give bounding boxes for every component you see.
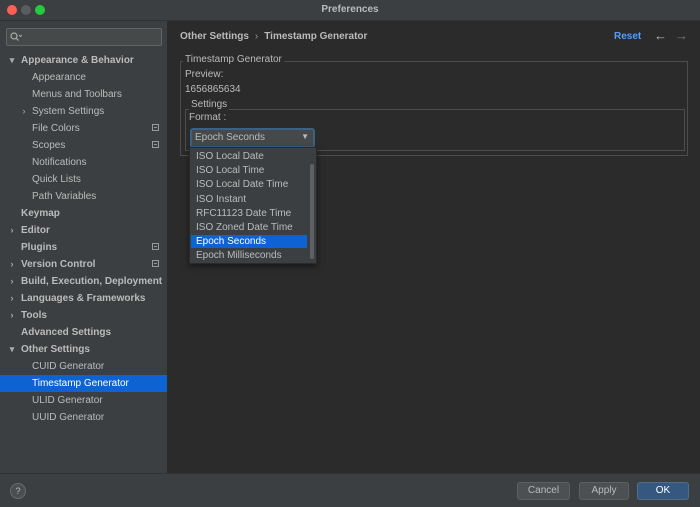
sidebar-item-label: Editor (21, 225, 50, 236)
format-option[interactable]: ISO Local Time (191, 164, 307, 177)
sidebar-item[interactable]: › Version Control (0, 256, 167, 273)
sidebar-item[interactable]: ULID Generator (0, 392, 167, 409)
settings-content: Other Settings › Timestamp Generator Reset… (168, 21, 700, 473)
ok-button[interactable]: OK (637, 482, 689, 500)
format-option[interactable]: Epoch Seconds (191, 235, 307, 249)
format-option[interactable]: ISO Local Date (191, 150, 307, 163)
forward-arrow-icon[interactable]: → (675, 28, 688, 43)
sidebar-item-label: Other Settings (21, 344, 90, 355)
sidebar-item[interactable]: Plugins (0, 239, 167, 256)
breadcrumb-parent[interactable]: Other Settings (180, 31, 249, 42)
sidebar-item-label: Plugins (21, 242, 58, 253)
sidebar-item[interactable]: Scopes (0, 137, 167, 154)
sidebar-item-label: System Settings (32, 106, 105, 117)
sidebar-item[interactable]: › Languages & Frameworks (0, 290, 167, 307)
breadcrumb-current: Timestamp Generator (264, 31, 368, 42)
format-label: Format : (189, 112, 227, 123)
settings-tree: ▾ Appearance & Behavior Appearance Menus an… (0, 52, 167, 426)
format-option[interactable]: ISO Zoned Date Time (191, 221, 307, 234)
breadcrumb-separator: › (254, 31, 259, 42)
format-option[interactable]: ISO Local Date Time (191, 178, 307, 191)
project-scope-icon (152, 141, 159, 148)
sidebar-item[interactable]: Timestamp Generator (0, 375, 167, 392)
project-scope-icon (152, 243, 159, 250)
sidebar-item[interactable]: ▾ Appearance & Behavior (0, 52, 167, 69)
sidebar-item[interactable]: CUID Generator (0, 358, 167, 375)
sidebar-item[interactable]: Quick Lists (0, 171, 167, 188)
project-scope-icon (152, 260, 159, 267)
dropdown-scrollbar[interactable] (310, 164, 314, 259)
cancel-button[interactable]: Cancel (517, 482, 570, 500)
chevron-right-icon[interactable]: › (19, 103, 29, 120)
chevron-down-icon[interactable]: ▾ (7, 52, 17, 69)
sidebar-item-label: Languages & Frameworks (21, 293, 146, 304)
sidebar-item-label: Advanced Settings (21, 327, 112, 338)
chevron-right-icon[interactable]: › (7, 290, 17, 307)
window-title: Preferences (321, 4, 379, 15)
sidebar-item-label: Keymap (21, 208, 60, 219)
group-title: Timestamp Generator (183, 54, 284, 65)
sidebar-item-label: UUID Generator (32, 412, 105, 423)
sidebar-item-label: Quick Lists (32, 174, 81, 185)
preview-value: 1656865634 (185, 84, 241, 95)
sidebar-item-label: Build, Execution, Deployment (21, 276, 163, 287)
sidebar-item-label: Scopes (32, 140, 66, 151)
sidebar-item-label: Appearance (32, 72, 86, 83)
sidebar-item-label: Timestamp Generator (32, 378, 129, 389)
reset-link[interactable]: Reset (614, 31, 641, 42)
settings-sidebar: ▾ Appearance & Behavior Appearance Menus an… (0, 21, 168, 473)
format-options-list: ISO Local Date ISO Local Time ISO Local Da… (189, 147, 317, 264)
chevron-right-icon[interactable]: › (7, 307, 17, 324)
breadcrumb: Other Settings › Timestamp Generator (180, 31, 367, 42)
format-selected-value: Epoch Seconds (195, 132, 266, 143)
sidebar-item[interactable]: Notifications (0, 154, 167, 171)
sidebar-item-label: Path Variables (32, 191, 97, 202)
sidebar-item-label: File Colors (32, 123, 80, 134)
search-input[interactable] (6, 28, 162, 46)
sidebar-item[interactable]: File Colors (0, 120, 167, 137)
help-button[interactable]: ? (10, 483, 26, 499)
preview-label: Preview: (185, 69, 224, 80)
sidebar-item[interactable]: Advanced Settings (0, 324, 167, 341)
sidebar-item[interactable]: Appearance (0, 69, 167, 86)
title-bar: Preferences (0, 0, 700, 21)
settings-title: Settings (189, 99, 230, 110)
sidebar-item-label: Notifications (32, 157, 87, 168)
search-icon (10, 32, 22, 41)
sidebar-item-label: CUID Generator (32, 361, 105, 372)
sidebar-item[interactable]: ▾ Other Settings (0, 341, 167, 358)
format-option[interactable]: Epoch Milliseconds (191, 249, 307, 262)
sidebar-item[interactable]: Menus and Toolbars (0, 86, 167, 103)
chevron-right-icon[interactable]: › (7, 256, 17, 273)
back-arrow-icon[interactable]: ← (654, 28, 667, 43)
sidebar-item-label: Tools (21, 310, 47, 321)
sidebar-item-label: ULID Generator (32, 395, 103, 406)
chevron-right-icon[interactable]: › (7, 222, 17, 239)
format-option[interactable]: ISO Instant (191, 193, 307, 206)
chevron-down-icon[interactable]: ▾ (7, 341, 17, 358)
dropdown-arrow-icon: ▼ (301, 132, 309, 141)
sidebar-item[interactable]: UUID Generator (0, 409, 167, 426)
project-scope-icon (152, 124, 159, 131)
sidebar-item[interactable]: › Editor (0, 222, 167, 239)
sidebar-item-label: Version Control (21, 259, 96, 270)
sidebar-item[interactable]: Path Variables (0, 188, 167, 205)
sidebar-item[interactable]: › Tools (0, 307, 167, 324)
sidebar-item[interactable]: › Build, Execution, Deployment (0, 273, 167, 290)
chevron-right-icon[interactable]: › (7, 273, 17, 290)
sidebar-item-label: Appearance & Behavior (21, 55, 134, 66)
dialog-footer: ? Cancel Apply OK (0, 473, 700, 507)
sidebar-item-label: Menus and Toolbars (32, 89, 122, 100)
format-dropdown[interactable]: Epoch Seconds ▼ (190, 128, 315, 148)
apply-button[interactable]: Apply (579, 482, 629, 500)
sidebar-item[interactable]: Keymap (0, 205, 167, 222)
sidebar-item[interactable]: › System Settings (0, 103, 167, 120)
format-option[interactable]: RFC11123 Date Time (191, 207, 307, 220)
